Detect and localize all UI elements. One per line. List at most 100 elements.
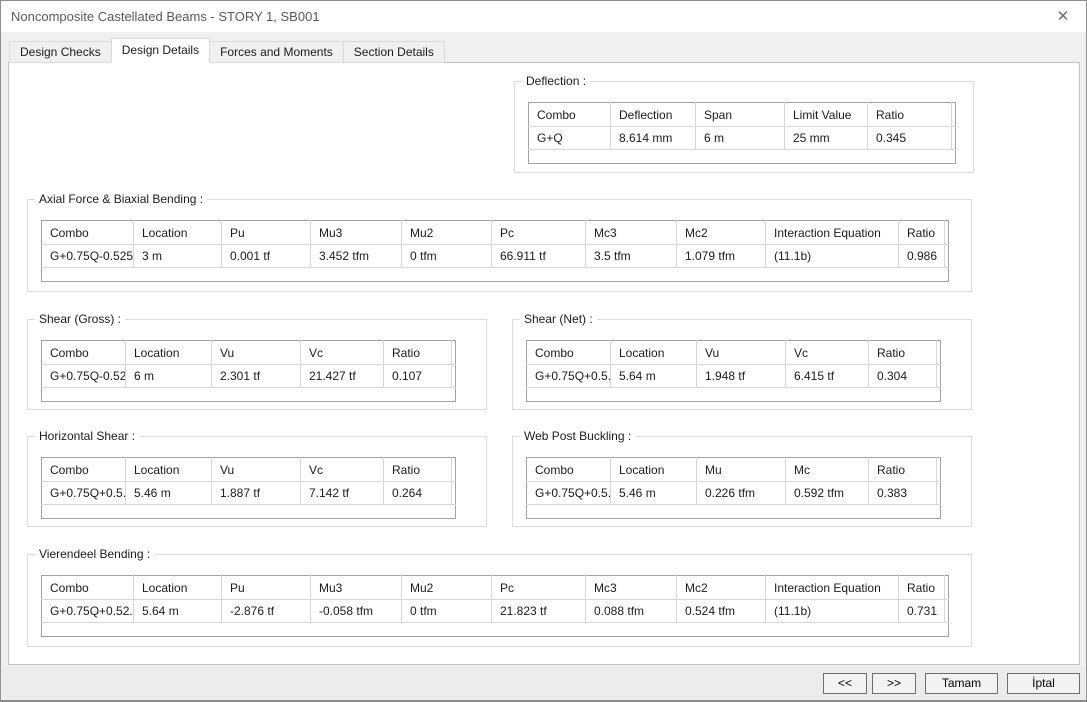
- shear-net-table: Combo Location Vu Vc Ratio G+0.75Q+0.5..…: [526, 340, 941, 402]
- table-header-row: Combo Location Vu Vc Ratio: [42, 458, 456, 482]
- cell: 0.345: [868, 127, 952, 150]
- column-header: Mc2: [677, 576, 766, 600]
- column-header: Mc: [786, 458, 869, 482]
- section-title: Horizontal Shear :: [35, 429, 139, 443]
- section-title: Vierendeel Bending :: [35, 547, 154, 561]
- group-axial-force-biaxial-bending: Axial Force & Biaxial Bending : Combo Lo…: [27, 199, 972, 292]
- cell: 5.46 m: [611, 482, 697, 505]
- table-row[interactable]: G+0.75Q+0.5... 5.64 m 1.948 tf 6.415 tf …: [527, 365, 941, 388]
- cell: G+0.75Q+0.5...: [527, 482, 611, 505]
- cell: 0.986: [899, 245, 945, 268]
- column-header: Pu: [222, 576, 311, 600]
- cell: 3.5 tfm: [586, 245, 677, 268]
- empty-row-area: [42, 268, 949, 282]
- table-row[interactable]: G+Q 8.614 mm 6 m 25 mm 0.345: [529, 127, 956, 150]
- cell: 0.383: [869, 482, 937, 505]
- empty-row-area: [527, 505, 941, 519]
- column-header: Vc: [301, 341, 384, 365]
- table-header-row: Combo Location Vu Vc Ratio: [527, 341, 941, 365]
- cell: 1.079 tfm: [677, 245, 766, 268]
- filler-column: [937, 458, 941, 482]
- section-title: Shear (Gross) :: [35, 312, 125, 326]
- cell: (11.1b): [766, 600, 899, 623]
- empty-row-area: [42, 505, 456, 519]
- cell: 1.887 tf: [212, 482, 301, 505]
- cell: 6 m: [126, 365, 212, 388]
- bottom-button-bar: [2, 666, 1085, 701]
- table-row[interactable]: G+0.75Q+0.5... 5.46 m 1.887 tf 7.142 tf …: [42, 482, 456, 505]
- table-header-row: Combo Deflection Span Limit Value Ratio: [529, 103, 956, 127]
- cell: 0.088 tfm: [586, 600, 677, 623]
- table-row[interactable]: G+0.75Q+0.5... 5.46 m 0.226 tfm 0.592 tf…: [527, 482, 941, 505]
- deflection-table: Combo Deflection Span Limit Value Ratio …: [528, 102, 956, 164]
- column-header: Ratio: [869, 341, 937, 365]
- filler-column: [945, 576, 949, 600]
- table-header-row: Combo Location Vu Vc Ratio: [42, 341, 456, 365]
- table-row[interactable]: G+0.75Q+0.52... 5.64 m -2.876 tf -0.058 …: [42, 600, 949, 623]
- column-header: Vc: [786, 341, 869, 365]
- column-header: Limit Value: [785, 103, 868, 127]
- cell: 7.142 tf: [301, 482, 384, 505]
- column-header: Deflection: [611, 103, 696, 127]
- group-shear-gross: Shear (Gross) : Combo Location Vu Vc Rat…: [27, 319, 487, 410]
- prev-button[interactable]: <<: [823, 673, 867, 694]
- column-header: Pc: [492, 221, 586, 245]
- column-header: Ratio: [899, 221, 945, 245]
- empty-row-area: [42, 623, 949, 637]
- table-header-row: Combo Location Pu Mu3 Mu2 Pc Mc3 Mc2 Int…: [42, 221, 949, 245]
- section-title: Shear (Net) :: [520, 312, 597, 326]
- cell: G+0.75Q+0.5...: [42, 482, 126, 505]
- table-row[interactable]: G+0.75Q-0.525... 3 m 0.001 tf 3.452 tfm …: [42, 245, 949, 268]
- column-header: Combo: [42, 221, 134, 245]
- cell: 3.452 tfm: [311, 245, 402, 268]
- close-icon[interactable]: ✕: [1040, 1, 1086, 31]
- dialog-window: Noncomposite Castellated Beams - STORY 1…: [0, 0, 1087, 702]
- cell: 0.592 tfm: [786, 482, 869, 505]
- filler-cell: [945, 245, 949, 268]
- column-header: Combo: [527, 341, 611, 365]
- cell: 5.64 m: [134, 600, 222, 623]
- tab-forces-and-moments[interactable]: Forces and Moments: [209, 41, 344, 63]
- column-header: Location: [126, 458, 212, 482]
- tab-strip: Design Checks Design Details Forces and …: [9, 38, 444, 63]
- ok-button[interactable]: Tamam: [925, 673, 998, 694]
- filler-column: [945, 221, 949, 245]
- column-header: Ratio: [384, 341, 452, 365]
- title-bar[interactable]: Noncomposite Castellated Beams - STORY 1…: [1, 1, 1086, 32]
- filler-column: [952, 103, 956, 127]
- cell: G+Q: [529, 127, 611, 150]
- cell: 66.911 tf: [492, 245, 586, 268]
- filler-cell: [452, 482, 456, 505]
- column-header: Pu: [222, 221, 311, 245]
- column-header: Pc: [492, 576, 586, 600]
- cell: 5.64 m: [611, 365, 697, 388]
- column-header: Location: [134, 221, 222, 245]
- filler-cell: [937, 482, 941, 505]
- next-button[interactable]: >>: [872, 673, 916, 694]
- column-header: Combo: [42, 576, 134, 600]
- cancel-button[interactable]: İptal: [1007, 673, 1080, 694]
- cell: 1.948 tf: [697, 365, 786, 388]
- column-header: Ratio: [384, 458, 452, 482]
- cell: 6 m: [696, 127, 785, 150]
- cell: 25 mm: [785, 127, 868, 150]
- group-horizontal-shear: Horizontal Shear : Combo Location Vu Vc …: [27, 436, 487, 527]
- shear-gross-table: Combo Location Vu Vc Ratio G+0.75Q-0.52.…: [41, 340, 456, 402]
- cell: 2.301 tf: [212, 365, 301, 388]
- empty-row-area: [529, 150, 956, 164]
- cell: 8.614 mm: [611, 127, 696, 150]
- cell: G+0.75Q-0.525...: [42, 245, 134, 268]
- column-header: Combo: [527, 458, 611, 482]
- column-header: Mc2: [677, 221, 766, 245]
- filler-column: [937, 341, 941, 365]
- empty-row-area: [42, 388, 456, 402]
- tab-section-details[interactable]: Section Details: [343, 41, 445, 63]
- column-header: Vu: [212, 458, 301, 482]
- tab-page-design-details: Deflection : Combo Deflection Span Limit…: [8, 62, 1080, 665]
- vierendeel-table: Combo Location Pu Mu3 Mu2 Pc Mc3 Mc2 Int…: [41, 575, 949, 637]
- cell: 0.304: [869, 365, 937, 388]
- tab-design-checks[interactable]: Design Checks: [9, 41, 112, 63]
- table-row[interactable]: G+0.75Q-0.52... 6 m 2.301 tf 21.427 tf 0…: [42, 365, 456, 388]
- tab-design-details[interactable]: Design Details: [111, 38, 210, 63]
- cell: G+0.75Q+0.52...: [42, 600, 134, 623]
